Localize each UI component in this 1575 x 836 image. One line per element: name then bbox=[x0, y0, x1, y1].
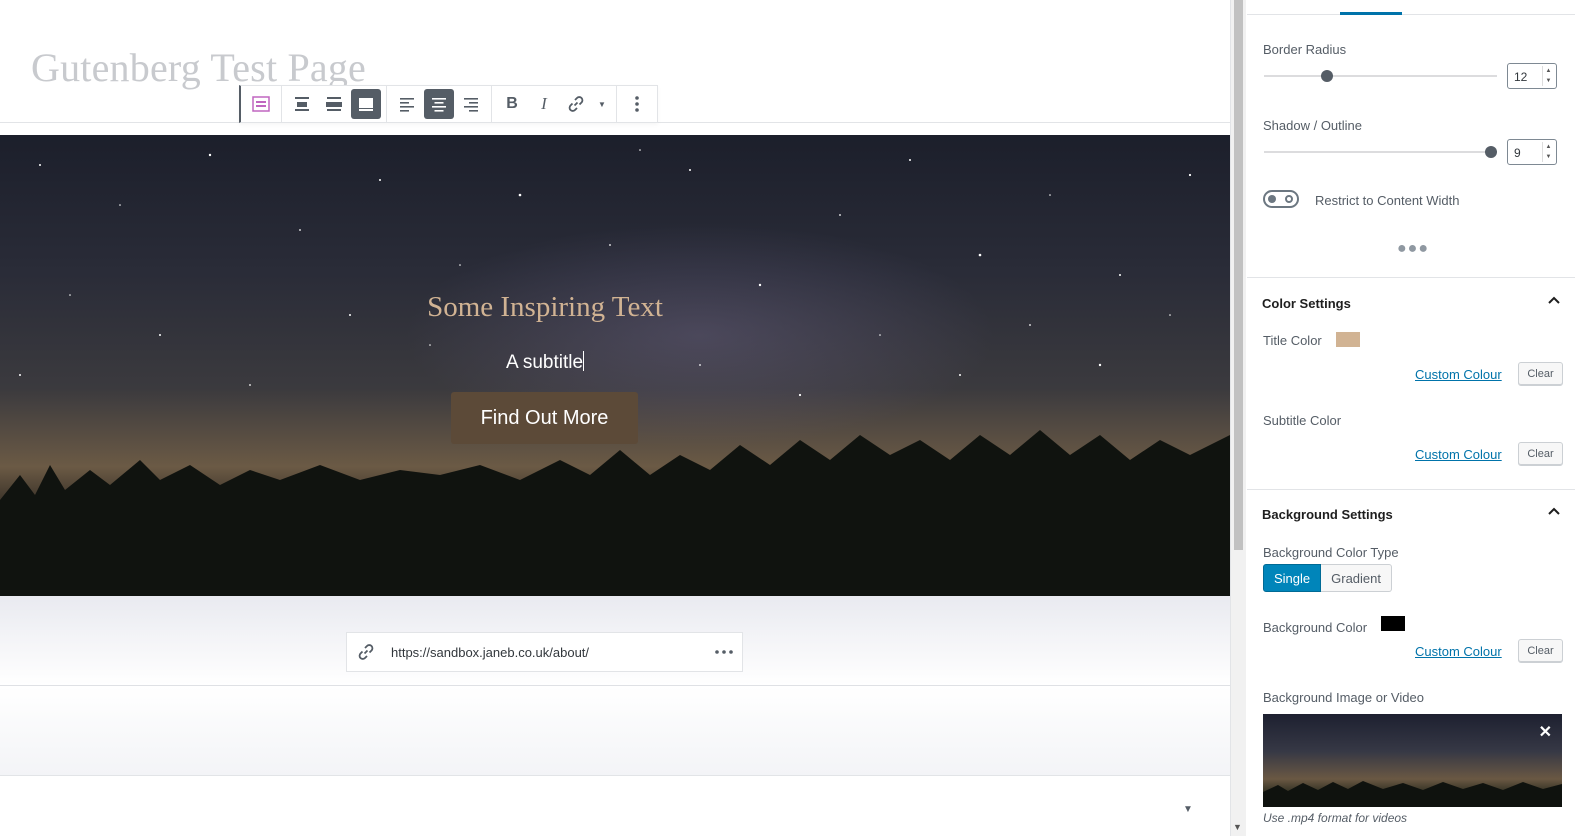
shadow-value: 9 bbox=[1514, 146, 1521, 160]
border-radius-label: Border Radius bbox=[1263, 42, 1347, 57]
border-radius-value: 12 bbox=[1514, 70, 1528, 84]
page-title[interactable]: Gutenberg Test Page bbox=[31, 44, 366, 91]
bg-image-thumbnail[interactable]: ✕ bbox=[1263, 714, 1562, 807]
toolbar-group-width bbox=[282, 86, 387, 122]
next-block-area bbox=[0, 686, 1230, 776]
bg-color-clear-button[interactable]: Clear bbox=[1518, 639, 1563, 663]
chevron-down-icon[interactable]: ▼ bbox=[1183, 804, 1193, 815]
title-color-clear-button[interactable]: Clear bbox=[1518, 362, 1563, 386]
tree-silhouette bbox=[1263, 781, 1562, 807]
color-settings-title[interactable]: Color Settings bbox=[1262, 296, 1351, 311]
title-color-label: Title Color bbox=[1263, 333, 1322, 348]
toggle-off-indicator bbox=[1285, 195, 1293, 203]
active-tab-indicator bbox=[1340, 12, 1402, 15]
single-button[interactable]: Single bbox=[1263, 564, 1322, 592]
gradient-button[interactable]: Gradient bbox=[1321, 564, 1393, 592]
text-align-left-icon[interactable] bbox=[392, 89, 422, 119]
bg-color-swatch[interactable] bbox=[1381, 616, 1405, 631]
border-radius-input[interactable]: 12 ▲ ▼ bbox=[1507, 63, 1557, 89]
scrollbar-thumb[interactable] bbox=[1234, 0, 1243, 550]
link-icon bbox=[347, 643, 385, 661]
text-align-center-icon[interactable] bbox=[424, 89, 454, 119]
bg-color-type-toggle: Single Gradient bbox=[1263, 564, 1393, 592]
bold-icon[interactable]: B bbox=[497, 89, 527, 119]
spinner-icon[interactable]: ▲ ▼ bbox=[1542, 142, 1554, 162]
shadow-input[interactable]: 9 ▲ ▼ bbox=[1507, 139, 1557, 165]
block-type-icon[interactable] bbox=[246, 89, 276, 119]
chevron-up-icon[interactable] bbox=[1547, 505, 1561, 519]
italic-icon[interactable]: I bbox=[529, 89, 559, 119]
tab-divider bbox=[1247, 14, 1575, 15]
more-formats-icon[interactable]: ▼ bbox=[593, 89, 611, 119]
bg-color-type-label: Background Color Type bbox=[1263, 545, 1399, 560]
toolbar-group-format: B I ▼ bbox=[492, 86, 617, 122]
link-url-bar[interactable]: https://sandbox.janeb.co.uk/about/ bbox=[346, 632, 743, 672]
hero-subtitle[interactable]: A subtitle bbox=[0, 351, 1090, 374]
title-custom-colour-link[interactable]: Custom Colour bbox=[1415, 367, 1502, 382]
link-url-text[interactable]: https://sandbox.janeb.co.uk/about/ bbox=[385, 645, 706, 660]
toolbar-group-more bbox=[617, 86, 657, 122]
shadow-slider[interactable] bbox=[1264, 146, 1497, 158]
toolbar-group-text-align bbox=[387, 86, 492, 122]
subtitle-color-label: Subtitle Color bbox=[1263, 413, 1342, 428]
link-icon[interactable] bbox=[561, 89, 591, 119]
slider-knob[interactable] bbox=[1321, 70, 1334, 82]
hero-subtitle-text[interactable]: A subtitle bbox=[506, 352, 583, 373]
bg-custom-colour-link[interactable]: Custom Colour bbox=[1415, 644, 1502, 659]
background-settings-title[interactable]: Background Settings bbox=[1262, 507, 1393, 522]
more-options-icon[interactable] bbox=[622, 89, 652, 119]
subtitle-custom-colour-link[interactable]: Custom Colour bbox=[1415, 447, 1502, 462]
bg-color-label: Background Color bbox=[1263, 620, 1368, 635]
shadow-label: Shadow / Outline bbox=[1263, 118, 1363, 133]
scroll-down-icon[interactable]: ▼ bbox=[1233, 822, 1242, 832]
slider-knob[interactable] bbox=[1485, 146, 1497, 158]
bg-video-hint: Use .mp4 format for videos bbox=[1263, 811, 1408, 825]
align-none-icon[interactable] bbox=[351, 89, 381, 119]
panel-divider bbox=[1247, 277, 1575, 278]
toggle-dot bbox=[1268, 195, 1276, 203]
align-wide-icon[interactable] bbox=[287, 89, 317, 119]
more-horizontal-icon[interactable]: ●●● bbox=[1397, 240, 1429, 258]
panel-divider bbox=[1247, 489, 1575, 490]
toolbar-group-block bbox=[241, 86, 282, 122]
restrict-width-label: Restrict to Content Width bbox=[1315, 193, 1460, 208]
align-full-icon[interactable] bbox=[319, 89, 349, 119]
border-radius-slider[interactable] bbox=[1264, 70, 1497, 82]
more-horizontal-icon[interactable] bbox=[706, 649, 742, 655]
editor-canvas: Gutenberg Test Page Some Inspiring Text … bbox=[0, 0, 1230, 836]
hero-block[interactable]: Some Inspiring Text A subtitle Find Out … bbox=[0, 135, 1230, 596]
hero-button[interactable]: Find Out More bbox=[451, 392, 638, 444]
block-toolbar: B I ▼ bbox=[239, 85, 658, 123]
subtitle-color-clear-button[interactable]: Clear bbox=[1518, 442, 1563, 466]
text-align-right-icon[interactable] bbox=[456, 89, 486, 119]
spinner-icon[interactable]: ▲ ▼ bbox=[1542, 66, 1554, 86]
remove-image-icon[interactable]: ✕ bbox=[1539, 722, 1552, 742]
settings-sidebar: Border Radius 12 ▲ ▼ Shadow / Outline 9 ▲… bbox=[1247, 0, 1575, 836]
chevron-up-icon[interactable] bbox=[1547, 294, 1561, 308]
editor-scrollbar[interactable] bbox=[1230, 0, 1246, 836]
text-caret bbox=[583, 351, 585, 371]
restrict-width-toggle[interactable] bbox=[1263, 190, 1299, 208]
title-color-swatch[interactable] bbox=[1336, 332, 1360, 347]
hero-title[interactable]: Some Inspiring Text bbox=[0, 291, 1090, 324]
bg-image-label: Background Image or Video bbox=[1263, 690, 1424, 705]
